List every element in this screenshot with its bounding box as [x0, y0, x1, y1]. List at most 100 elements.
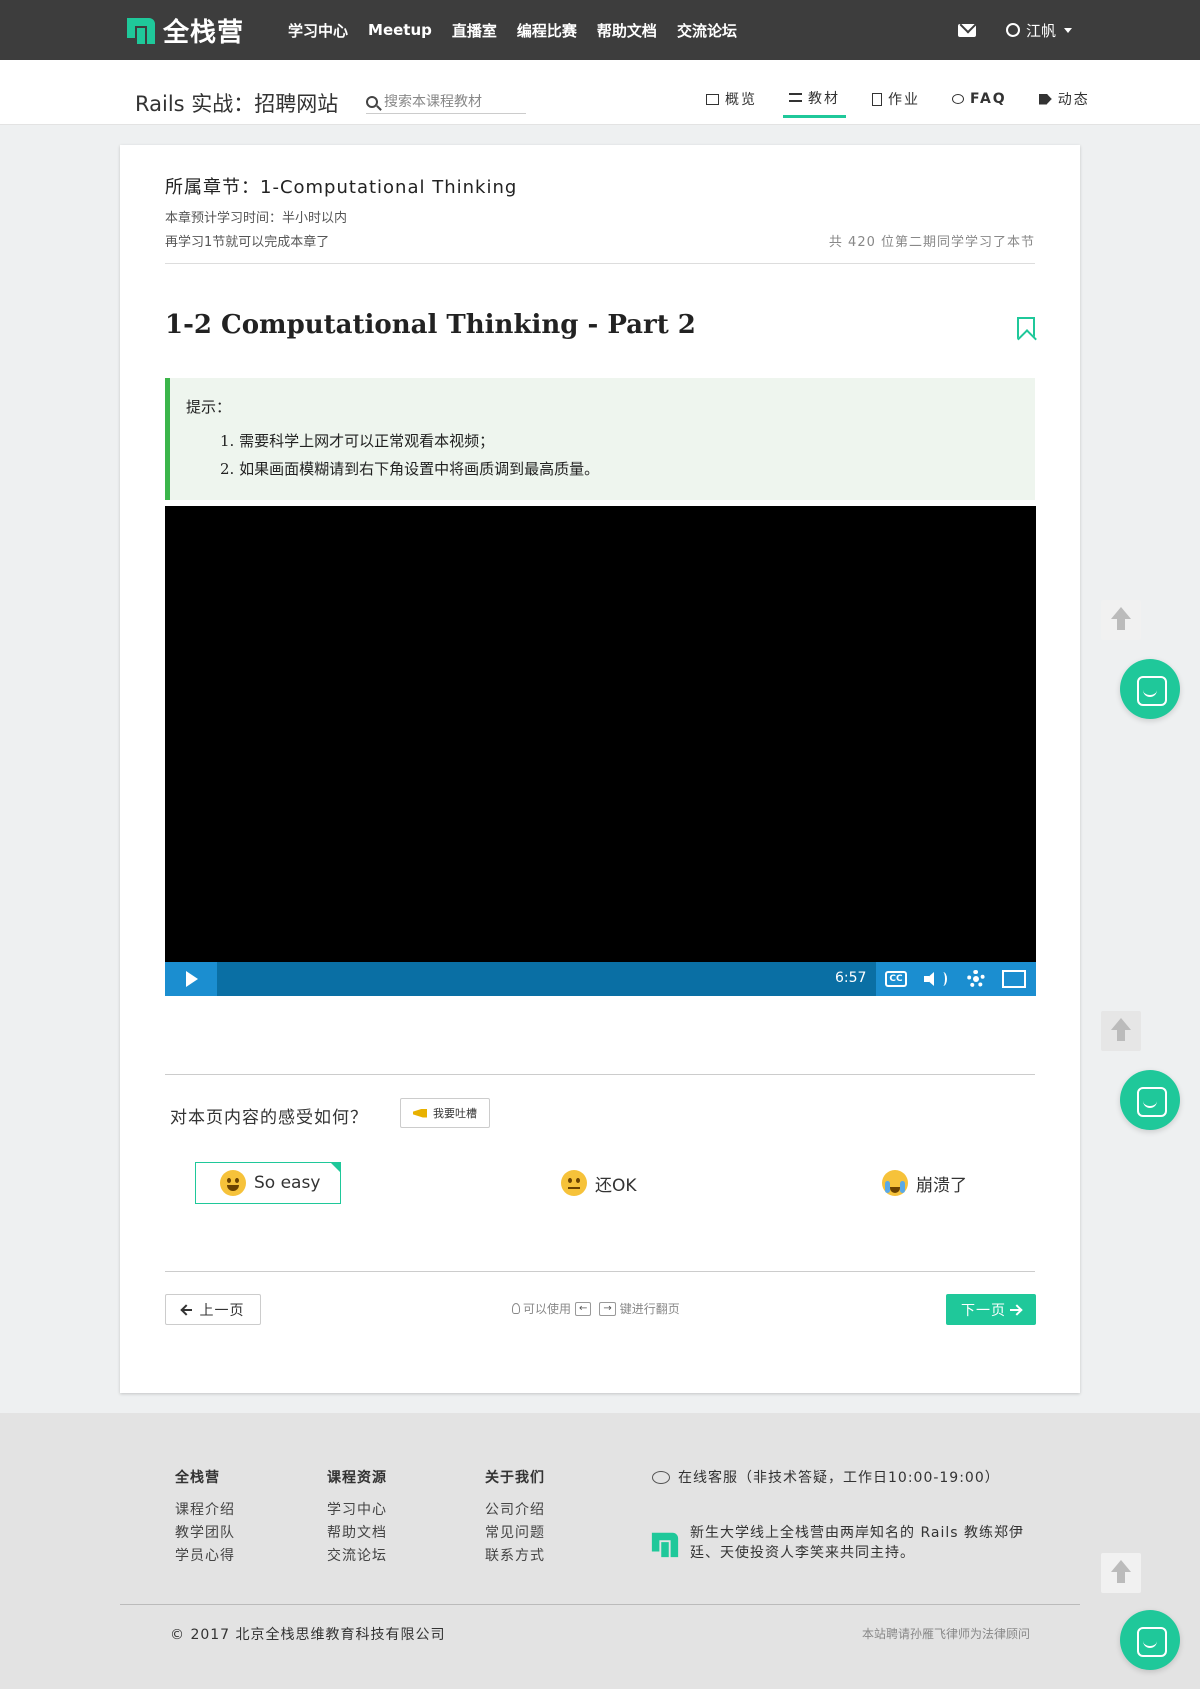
footer-link[interactable]: 联系方式 — [485, 1545, 545, 1568]
complain-label: 我要吐槽 — [433, 1107, 477, 1120]
scroll-to-top-button[interactable] — [1101, 1553, 1141, 1593]
chapter-label: 所属章节：1-Computational Thinking — [165, 177, 518, 198]
video-control-group: CC — [876, 962, 1036, 996]
next-page-button[interactable]: 下一页 — [946, 1294, 1036, 1325]
divider — [165, 1074, 1035, 1075]
user-area: 江帆 — [957, 0, 1072, 60]
tab-activity[interactable]: 动态 — [1033, 80, 1096, 118]
service-label: 在线客服（非技术答疑，工作日10:00-19:00） — [678, 1470, 1000, 1486]
user-circle-icon — [1005, 23, 1020, 37]
footer-link[interactable]: 帮助文档 — [327, 1522, 387, 1545]
envelope-icon[interactable] — [957, 23, 976, 37]
hint-prefix: 可以使用 — [523, 1302, 572, 1316]
nav-link-contest[interactable]: 编程比赛 — [517, 20, 577, 41]
logo-icon — [127, 18, 155, 44]
main-nav: 学习中心 Meetup 直播室 编程比赛 帮助文档 交流论坛 — [288, 0, 757, 60]
lightbulb-icon — [512, 1303, 520, 1314]
scroll-to-top-button[interactable] — [1101, 600, 1141, 640]
search-icon — [366, 95, 378, 108]
nav-link-learning-center[interactable]: 学习中心 — [288, 20, 348, 41]
tab-label: 教材 — [808, 90, 840, 107]
grin-emoji-icon — [220, 1170, 246, 1196]
reaction-ok[interactable]: 还OK — [561, 1162, 637, 1204]
divider — [165, 263, 1035, 264]
footer-link[interactable]: 公司介绍 — [485, 1499, 545, 1522]
estimated-time: 本章预计学习时间：半小时以内 — [165, 211, 348, 226]
closed-captions-icon[interactable]: CC — [885, 971, 907, 987]
logo-icon — [651, 1532, 679, 1558]
gear-icon[interactable] — [967, 970, 985, 988]
reaction-so-easy[interactable]: So easy — [195, 1162, 342, 1204]
footer-link[interactable]: 学员心得 — [175, 1545, 235, 1568]
tab-materials[interactable]: 教材 — [783, 80, 846, 118]
tab-overview[interactable]: 概览 — [700, 80, 763, 118]
chat-widget-button[interactable] — [1120, 659, 1180, 719]
tip-label: 提示： — [186, 398, 232, 416]
nav-link-meetup[interactable]: Meetup — [368, 21, 432, 39]
nav-link-live-room[interactable]: 直播室 — [452, 20, 497, 41]
chat-widget-button[interactable] — [1120, 1070, 1180, 1130]
tab-label: FAQ — [970, 91, 1007, 107]
tip-item: 1. 需要科学上网才可以正常观看本视频； — [220, 432, 495, 450]
reaction-label: 崩溃了 — [916, 1175, 967, 1196]
tab-label: 作业 — [888, 92, 920, 108]
comments-icon — [652, 1470, 670, 1484]
footer-link[interactable]: 学习中心 — [327, 1499, 387, 1522]
reaction-label: 还OK — [595, 1175, 637, 1196]
bookmark-icon[interactable] — [1017, 317, 1035, 339]
next-label: 下一页 — [961, 1302, 1006, 1319]
tab-label: 动态 — [1057, 92, 1090, 108]
online-service[interactable]: 在线客服（非技术答疑，工作日10:00-19:00） — [652, 1467, 1000, 1487]
course-tabs: 概览 教材 作业 FAQ 动态 — [700, 80, 1116, 125]
remaining-lessons: 再学习1节就可以完成本章了 — [165, 235, 330, 250]
prev-page-button[interactable]: 上一页 — [165, 1294, 261, 1325]
fullscreen-icon[interactable] — [1002, 970, 1026, 988]
nav-link-forum[interactable]: 交流论坛 — [677, 20, 737, 41]
scroll-to-top-button[interactable] — [1101, 1011, 1141, 1051]
tab-homework[interactable]: 作业 — [866, 80, 926, 118]
course-title[interactable]: Rails 实战：招聘网站 — [135, 88, 338, 118]
tags-icon — [1038, 93, 1052, 105]
crying-emoji-icon — [882, 1170, 908, 1196]
complain-button[interactable]: 我要吐槽 — [400, 1098, 490, 1128]
volume-wave-icon — [939, 972, 947, 986]
caret-down-icon[interactable] — [1064, 27, 1072, 33]
footer-column-resources: 课程资源 学习中心 帮助文档 交流论坛 — [327, 1467, 387, 1568]
footer-link[interactable]: 交流论坛 — [327, 1545, 387, 1568]
course-header: Rails 实战：招聘网站 概览 教材 作业 FAQ 动态 — [0, 60, 1200, 125]
feedback-question: 对本页内容的感受如何？ — [170, 1108, 368, 1128]
hint-suffix: 键进行翻页 — [619, 1302, 680, 1316]
nav-link-help-docs[interactable]: 帮助文档 — [597, 20, 657, 41]
course-search-input[interactable] — [384, 93, 519, 110]
volume-icon[interactable] — [924, 972, 934, 986]
arrow-left-icon — [181, 1305, 192, 1315]
arrow-right-icon — [1010, 1305, 1021, 1315]
video-controls: 6:57 CC — [165, 962, 1036, 996]
tab-label: 概览 — [725, 92, 757, 108]
tab-faq[interactable]: FAQ — [946, 80, 1013, 118]
code-file-icon — [872, 92, 882, 106]
copyright: © 2017 北京全栈思维教育科技有限公司 — [170, 1627, 446, 1643]
tip-list: 1. 需要科学上网才可以正常观看本视频； 2. 如果画面模糊请到右下角设置中将画… — [220, 430, 599, 486]
footer-heading: 全栈营 — [175, 1470, 220, 1486]
list-icon — [789, 93, 802, 102]
footer-link[interactable]: 课程介绍 — [175, 1499, 235, 1522]
tip-item: 2. 如果画面模糊请到右下角设置中将画质调到最高质量。 — [220, 460, 600, 478]
footer-link[interactable]: 教学团队 — [175, 1522, 235, 1545]
footer-link[interactable]: 常见问题 — [485, 1522, 545, 1545]
divider — [165, 1271, 1035, 1272]
site-footer: 全栈营 课程介绍 教学团队 学员心得 课程资源 学习中心 帮助文档 交流论坛 关… — [0, 1413, 1200, 1689]
keyboard-hint: 可以使用 ← → 键进行翻页 — [512, 1300, 680, 1317]
reaction-label: So easy — [254, 1173, 321, 1193]
brand-logo[interactable]: 全栈营 — [125, 13, 244, 48]
footer-intro: 新生大学线上全栈营由两岸知名的 Rails 教练郑伊廷、天使投资人李笑来共同主持… — [690, 1525, 1024, 1561]
video-player[interactable]: 6:57 CC — [165, 506, 1036, 996]
play-button[interactable] — [165, 962, 217, 996]
chat-widget-button[interactable] — [1120, 1610, 1180, 1670]
neutral-emoji-icon — [561, 1170, 587, 1196]
top-navbar: 全栈营 学习中心 Meetup 直播室 编程比赛 帮助文档 交流论坛 江帆 — [0, 0, 1200, 60]
reaction-collapse[interactable]: 崩溃了 — [882, 1162, 967, 1204]
user-menu[interactable]: 江帆 — [1026, 20, 1056, 41]
video-duration: 6:57 — [835, 970, 867, 986]
lesson-card: 所属章节：1-Computational Thinking 本章预计学习时间：半… — [120, 145, 1080, 1393]
